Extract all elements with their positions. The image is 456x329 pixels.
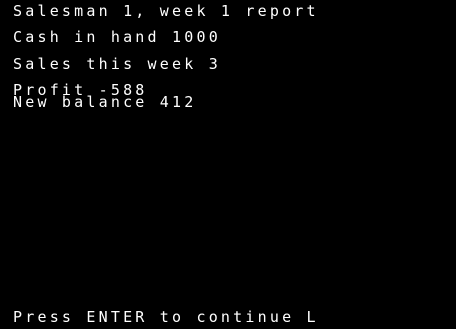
report-title: Salesman 1, week 1 report: [13, 2, 319, 20]
cash-in-hand-line: Cash in hand 1000: [13, 28, 221, 46]
new-balance-line: New balance 412: [13, 93, 197, 111]
terminal-screen: Salesman 1, week 1 report Cash in hand 1…: [0, 0, 456, 329]
sales-this-week-line: Sales this week 3: [13, 55, 221, 73]
continue-prompt[interactable]: Press ENTER to continue L: [13, 309, 319, 325]
